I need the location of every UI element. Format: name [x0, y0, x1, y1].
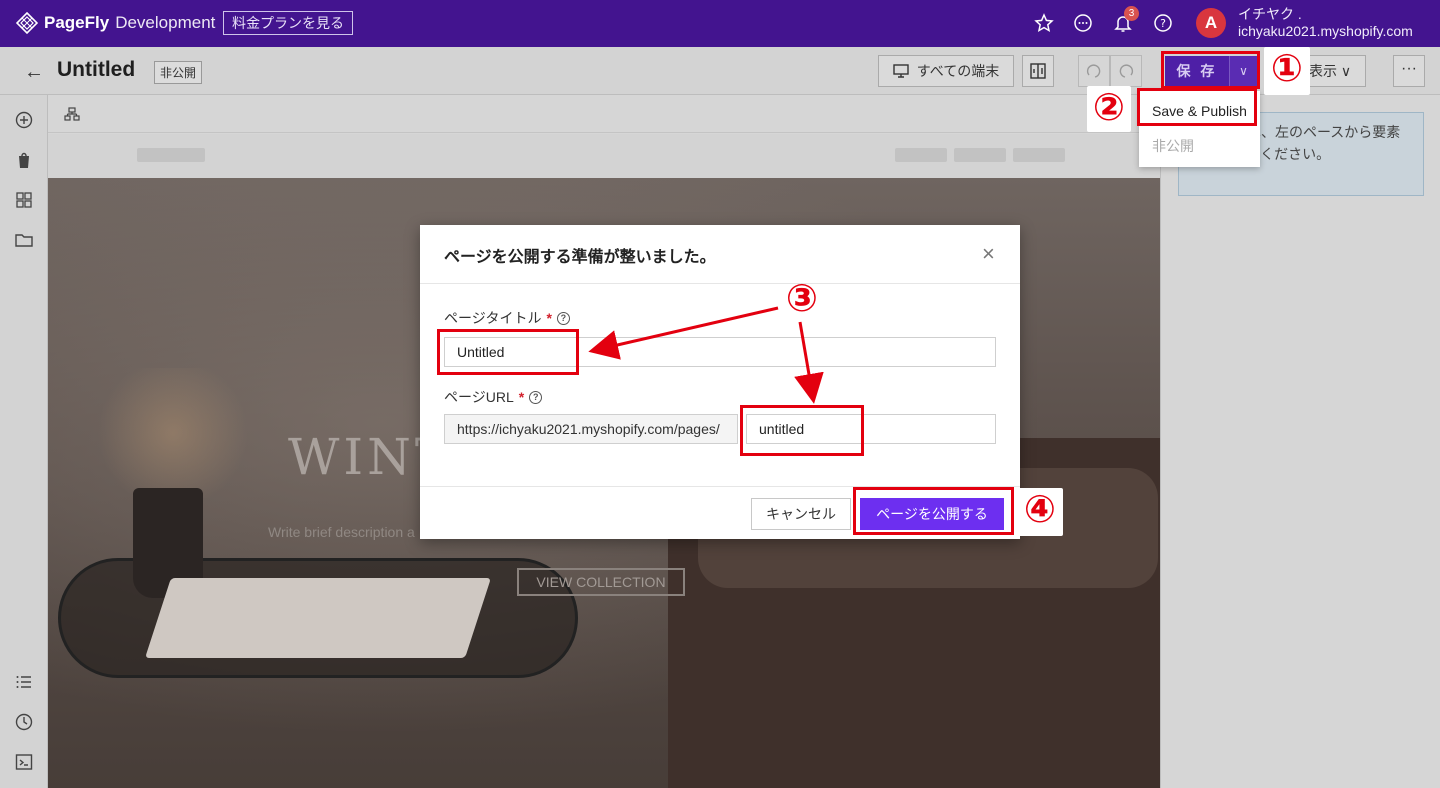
brand[interactable]: PageFly Development	[16, 12, 215, 34]
history-icon[interactable]	[14, 712, 34, 732]
user-name: イチヤク .	[1238, 6, 1302, 22]
highlight-save-publish	[1137, 88, 1257, 126]
layers-icon[interactable]	[64, 106, 80, 122]
page-title-label: ページタイトル * ?	[444, 308, 570, 328]
app-root: PageFly Development 料金プランを見る 3 ? A イチヤク …	[0, 0, 1440, 788]
page-url-label: ページURL * ?	[444, 387, 543, 407]
preview-header	[48, 134, 1160, 178]
compare-icon	[1030, 63, 1046, 79]
list-icon[interactable]	[14, 672, 34, 692]
unpublish-item[interactable]: 非公開	[1139, 128, 1260, 164]
skeleton-block	[895, 148, 947, 162]
view-collection-button[interactable]: VIEW COLLECTION	[517, 568, 685, 596]
page-title: Untitled	[57, 58, 136, 81]
highlight-publish-button	[853, 487, 1014, 535]
terminal-icon[interactable]	[14, 752, 34, 772]
add-icon[interactable]	[14, 110, 34, 130]
properties-panel: を見るには、左のペースから要素を選択してください。	[1160, 95, 1440, 788]
top-bar: PageFly Development 料金プランを見る 3 ? A イチヤク …	[0, 0, 1440, 47]
view-plans-button[interactable]: 料金プランを見る	[223, 11, 353, 35]
status-badge: 非公開	[154, 61, 203, 84]
highlight-title-input	[437, 329, 579, 375]
help-icon[interactable]: ?	[1153, 13, 1173, 33]
redo-icon	[1119, 64, 1134, 78]
grid-icon[interactable]	[14, 190, 34, 210]
star-icon[interactable]	[1034, 13, 1054, 33]
required-mark: *	[518, 389, 525, 405]
shopify-icon[interactable]	[14, 150, 34, 170]
device-selector-button[interactable]: すべての端末	[878, 55, 1014, 87]
compare-button[interactable]	[1022, 55, 1054, 87]
page-url-label-text: ページURL	[444, 389, 514, 405]
skeleton-block	[954, 148, 1006, 162]
monitor-icon	[893, 64, 909, 78]
page-title-label-text: ページタイトル	[444, 310, 542, 326]
canvas-toolbar	[48, 95, 1160, 133]
avatar[interactable]: A	[1196, 8, 1226, 38]
url-prefix: https://ichyaku2021.myshopify.com/pages/	[444, 414, 738, 444]
step-1-label: ①	[1264, 47, 1310, 95]
chat-icon[interactable]	[1073, 13, 1093, 33]
device-selector-label: すべての端末	[916, 63, 1000, 79]
skeleton-block	[1013, 148, 1065, 162]
hero-plant	[88, 368, 258, 498]
highlight-save	[1161, 51, 1260, 89]
left-sidebar	[0, 95, 48, 788]
divider	[420, 283, 1020, 284]
back-arrow-icon[interactable]: ←	[24, 61, 44, 84]
step-2-label: ②	[1087, 86, 1131, 132]
view-chevron-icon: ∨	[1340, 63, 1352, 79]
help-icon[interactable]: ?	[556, 311, 570, 325]
hero-description[interactable]: Write brief description a	[268, 524, 415, 540]
highlight-url-input	[740, 405, 864, 456]
step-3-label: ③	[785, 278, 819, 320]
notification-badge: 3	[1124, 6, 1139, 21]
pagefly-logo-icon	[16, 12, 38, 34]
hero-book	[145, 578, 491, 658]
required-mark: *	[546, 310, 552, 326]
svg-text:?: ?	[1160, 17, 1166, 30]
skeleton-block	[137, 148, 205, 162]
brand-env: Development	[115, 13, 216, 32]
redo-button[interactable]	[1110, 55, 1142, 87]
folder-icon[interactable]	[14, 230, 34, 250]
undo-icon	[1086, 64, 1101, 78]
user-store: ichyaku2021.myshopify.com	[1238, 23, 1413, 39]
cancel-button[interactable]: キャンセル	[751, 498, 851, 530]
dialog-title: ページを公開する準備が整いました。	[444, 249, 716, 266]
view-button-label: 表示	[1309, 63, 1337, 79]
close-icon[interactable]: ×	[982, 241, 995, 267]
user-info[interactable]: イチヤク . ichyaku2021.myshopify.com	[1238, 6, 1413, 40]
help-icon[interactable]: ?	[529, 390, 543, 404]
step-4-label: ④	[1017, 488, 1063, 536]
more-options-button[interactable]: ···	[1393, 55, 1425, 87]
brand-name: PageFly	[44, 13, 110, 32]
undo-button[interactable]	[1078, 55, 1110, 87]
